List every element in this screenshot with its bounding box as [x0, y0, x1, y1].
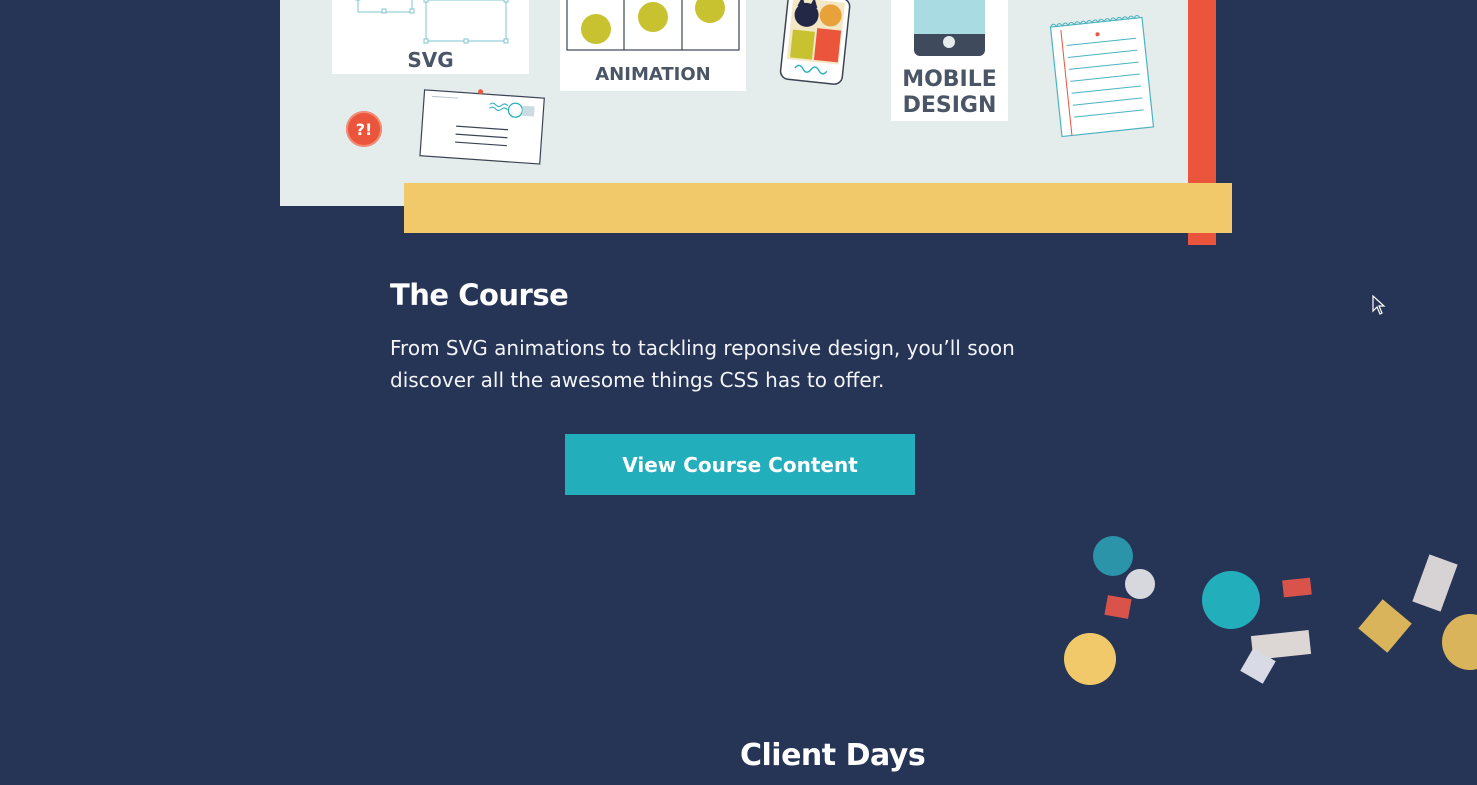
mobile-design-card-icon: MOBILE DESIGN — [891, 0, 1008, 121]
mobile-design-label-1: MOBILE — [902, 67, 997, 92]
client-days-title: Client Days — [740, 738, 926, 773]
course-description: From SVG animations to tackling reponsiv… — [390, 336, 1015, 392]
mobile-design-label-2: DESIGN — [902, 93, 997, 118]
confetti-circle-teal — [1202, 571, 1260, 629]
accent-yellow-bar — [404, 183, 1232, 233]
phone-pets-icon — [779, 0, 851, 85]
confetti-circle-gold-edge — [1442, 614, 1477, 670]
confetti-rect-red-1 — [1104, 595, 1132, 619]
cursor-icon — [1372, 295, 1386, 315]
confetti-rect-red-2 — [1282, 577, 1312, 598]
notepad-icon — [1049, 15, 1155, 138]
svg-card-label: SVG — [407, 48, 454, 72]
confetti-decoration — [1064, 536, 1477, 685]
animation-card-label: ANIMATION — [595, 64, 711, 85]
confetti-circle-yellow — [1064, 633, 1116, 685]
alert-badge-text: ?! — [355, 119, 373, 139]
postcard-icon — [419, 89, 545, 165]
svg-card-icon: SVG — [332, 0, 529, 74]
confetti-circle-gray — [1123, 567, 1157, 601]
animation-card-icon: ANIMATION — [560, 0, 746, 91]
confetti-diamond-gold — [1358, 599, 1412, 653]
alert-badge-icon: ?! — [346, 111, 382, 147]
course-illustration: SVG ANIMATION MOBILE DESIGN ?! — [280, 0, 1216, 206]
confetti-rect-pale — [1412, 554, 1458, 612]
course-title: The Course — [390, 278, 569, 312]
view-course-content-button[interactable]: View Course Content — [565, 434, 915, 495]
confetti-circle-teal-dark — [1093, 536, 1133, 576]
